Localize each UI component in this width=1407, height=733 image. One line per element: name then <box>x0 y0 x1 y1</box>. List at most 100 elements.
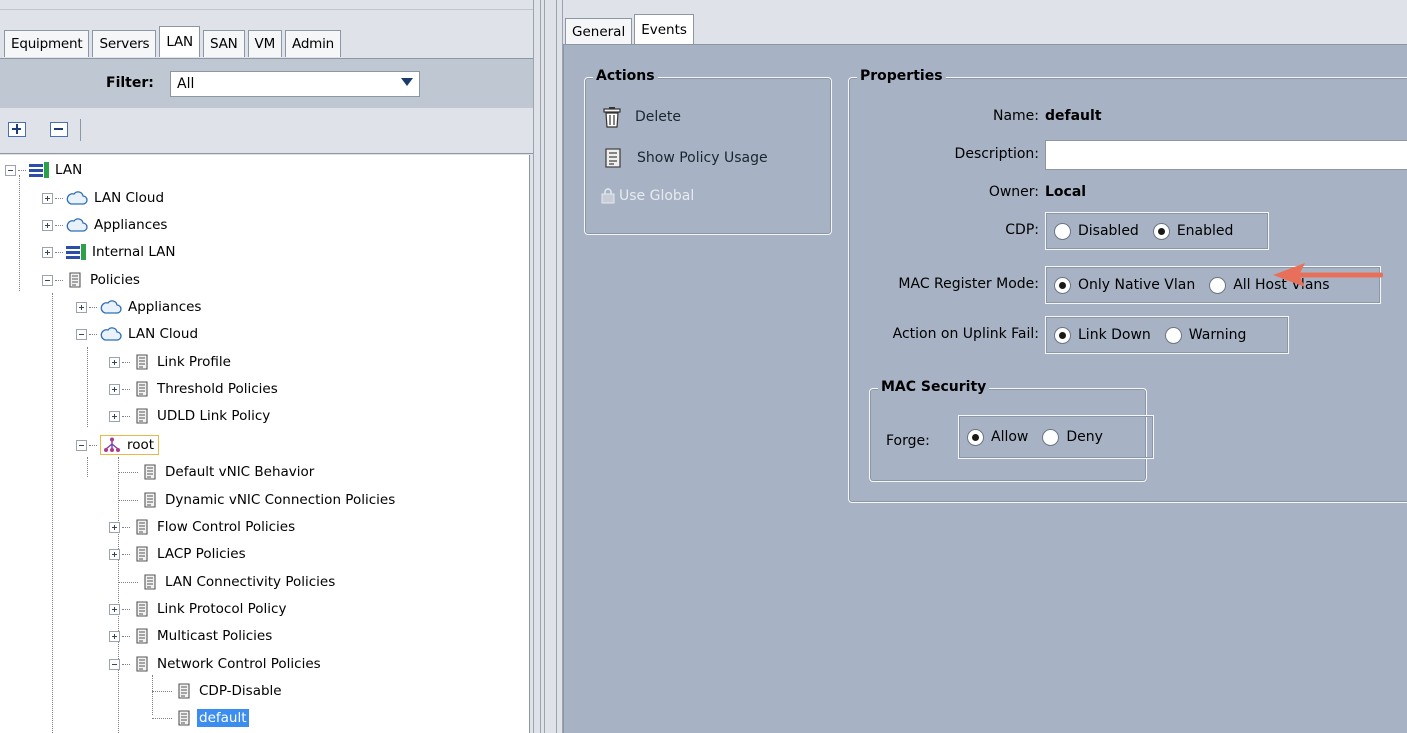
tree-item-policy-lan-cloud[interactable]: LAN Cloud <box>76 322 200 346</box>
tree-item-dynamic-vnic-connection-policies[interactable]: Dynamic vNIC Connection Policies <box>118 488 397 512</box>
policy-icon <box>144 464 156 480</box>
actions-group: Actions Delete Show Policy Usage Use Glo… <box>584 68 832 235</box>
policy-icon <box>136 408 148 424</box>
pane-splitter[interactable] <box>533 0 563 733</box>
tab-san[interactable]: SAN <box>202 30 245 57</box>
expand-toggle[interactable] <box>109 548 120 560</box>
tree-item-label: Link Protocol Policy <box>157 601 287 617</box>
policy-icon <box>178 683 190 699</box>
cdp-enabled-radio[interactable]: Enabled <box>1152 222 1233 240</box>
policy-icon <box>178 710 190 726</box>
radio-button <box>1054 222 1071 240</box>
tree-item-internal-lan[interactable]: Internal LAN <box>42 240 178 264</box>
tree-item-root[interactable]: root <box>76 433 160 457</box>
tree-item-label: LACP Policies <box>157 546 246 562</box>
tab-lan[interactable]: LAN <box>159 26 200 57</box>
tree-item-link-protocol-policy[interactable]: Link Protocol Policy <box>109 597 288 621</box>
tree-item-policies[interactable]: Policies <box>42 268 142 292</box>
tree-item-threshold-policies[interactable]: Threshold Policies <box>109 377 280 401</box>
tab-equipment[interactable]: Equipment <box>4 30 90 57</box>
show-policy-usage-action[interactable]: Show Policy Usage <box>601 146 768 170</box>
tree-item-link-profile[interactable]: Link Profile <box>109 350 233 374</box>
tree-item-udld-link-policy[interactable]: UDLD Link Policy <box>109 404 272 428</box>
warning-radio[interactable]: Warning <box>1164 326 1246 344</box>
tree-item-label: UDLD Link Policy <box>157 408 271 424</box>
actions-title: Actions <box>593 68 658 84</box>
tab-general[interactable]: General <box>565 18 633 44</box>
top-strip <box>0 0 533 10</box>
tree-item-lan-connectivity-policies[interactable]: LAN Connectivity Policies <box>118 570 337 594</box>
collapse-toggle[interactable] <box>109 658 120 670</box>
tree-item-default[interactable]: default <box>152 706 249 730</box>
policy-icon <box>144 574 156 590</box>
expand-toggle[interactable] <box>42 219 53 231</box>
properties-group: Properties Name: default Description: Ow… <box>848 68 1407 503</box>
delete-action[interactable]: Delete <box>601 106 681 128</box>
policy-icon <box>136 546 148 562</box>
expand-toggle[interactable] <box>109 603 120 615</box>
root-node-box: root <box>100 435 160 455</box>
expand-toggle[interactable] <box>109 521 120 533</box>
filter-bar: Filter: All <box>0 58 533 108</box>
policy-icon <box>136 601 148 617</box>
collapse-toggle[interactable] <box>42 274 53 286</box>
expand-toggle[interactable] <box>76 301 87 313</box>
tree-item-label: Appliances <box>128 299 202 315</box>
detail-tab-bar: General Events <box>565 14 696 44</box>
policy-icon <box>136 656 148 672</box>
tree-item-default-vnic-behavior[interactable]: Default vNIC Behavior <box>118 460 316 484</box>
link-down-radio[interactable]: Link Down <box>1054 326 1151 344</box>
expand-toggle[interactable] <box>109 383 120 395</box>
tree-item-multicast-policies[interactable]: Multicast Policies <box>109 624 274 648</box>
cdp-radio-group: Disabled Enabled <box>1045 212 1269 250</box>
annotation-arrow-icon <box>1273 263 1383 287</box>
lan-icon <box>29 162 49 178</box>
tab-admin[interactable]: Admin <box>285 30 342 57</box>
tree-item-policy-appliances[interactable]: Appliances <box>76 295 203 319</box>
tree-item-label: LAN Cloud <box>128 326 199 342</box>
deny-radio[interactable]: Deny <box>1042 428 1103 446</box>
tree-item-label: Dynamic vNIC Connection Policies <box>165 492 396 508</box>
radio-button-selected <box>1054 276 1071 294</box>
radio-button-selected <box>1054 326 1071 344</box>
tree-item-flow-control-policies[interactable]: Flow Control Policies <box>109 515 297 539</box>
tree-item-network-control-policies[interactable]: Network Control Policies <box>109 652 323 676</box>
tab-vm[interactable]: VM <box>247 30 283 57</box>
allow-radio[interactable]: Allow <box>967 428 1028 446</box>
tree-item-label-selected: default <box>197 709 249 727</box>
tab-events[interactable]: Events <box>634 14 694 44</box>
tab-servers[interactable]: Servers <box>92 30 157 57</box>
collapse-all-button[interactable] <box>50 122 68 137</box>
expand-toggle[interactable] <box>42 246 53 258</box>
expand-toggle[interactable] <box>42 192 53 204</box>
cdp-label: CDP: <box>1005 222 1039 238</box>
tree-item-label: CDP-Disable <box>199 683 282 699</box>
description-input[interactable] <box>1045 140 1407 170</box>
mac-security-group: MAC Security Forge: Allow Deny <box>869 379 1154 482</box>
only-native-vlan-radio[interactable]: Only Native Vlan <box>1054 276 1195 294</box>
expand-all-button[interactable] <box>8 122 26 137</box>
tree-item-cdp-disable[interactable]: CDP-Disable <box>152 679 284 703</box>
tree-item-label: LAN <box>55 162 83 178</box>
collapse-toggle[interactable] <box>5 164 16 176</box>
tree-item-lan[interactable]: LAN <box>5 158 84 182</box>
filter-dropdown[interactable]: All <box>170 71 420 97</box>
tree-item-label: Default vNIC Behavior <box>165 464 315 480</box>
collapse-toggle[interactable] <box>76 439 87 451</box>
action-on-uplink-fail-label: Action on Uplink Fail: <box>892 326 1039 342</box>
expand-toggle[interactable] <box>109 630 120 642</box>
name-value: default <box>1045 108 1102 124</box>
tree-item-label: LAN Cloud <box>94 190 165 206</box>
tree-item-lacp-policies[interactable]: LACP Policies <box>109 542 248 566</box>
tree-item-label: Multicast Policies <box>157 628 273 644</box>
expand-toggle[interactable] <box>109 410 120 422</box>
tree-item-lan-cloud[interactable]: LAN Cloud <box>42 186 166 210</box>
cdp-disabled-radio[interactable]: Disabled <box>1054 222 1139 240</box>
cloud-icon <box>100 300 122 314</box>
collapse-toggle[interactable] <box>76 328 87 340</box>
expand-toggle[interactable] <box>109 356 120 368</box>
name-label: Name: <box>992 108 1039 124</box>
tree-item-appliances[interactable]: Appliances <box>42 213 169 237</box>
use-global-label: Use Global <box>619 188 695 204</box>
toolbar-divider <box>80 119 81 141</box>
